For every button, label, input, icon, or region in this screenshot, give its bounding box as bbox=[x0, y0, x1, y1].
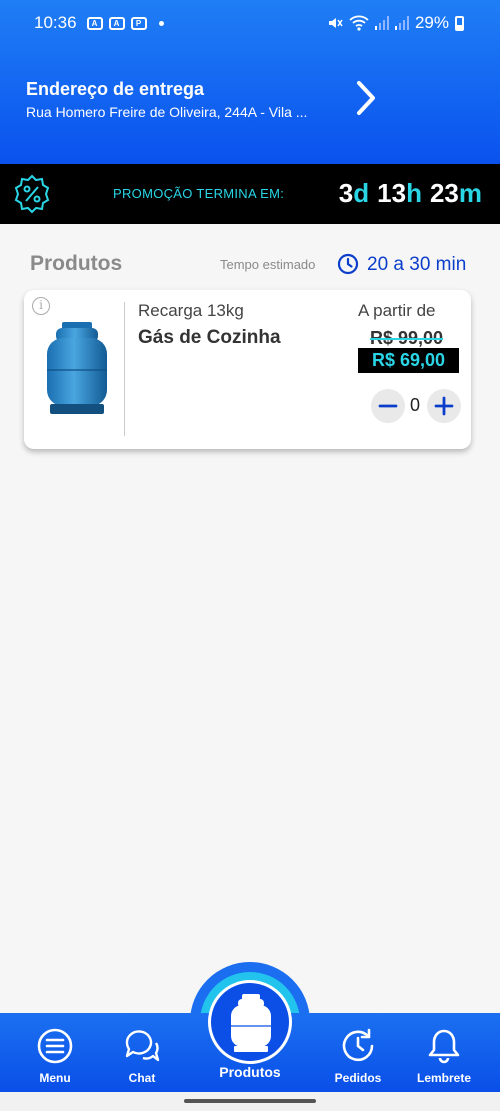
divider bbox=[124, 302, 125, 436]
status-bar: 10:36 A A P 29% bbox=[34, 10, 464, 36]
discount-badge-icon bbox=[14, 174, 50, 214]
plus-icon bbox=[434, 396, 454, 416]
header: 10:36 A A P 29% Endereço de entrega Rua … bbox=[0, 0, 500, 164]
delivery-address[interactable]: Endereço de entrega Rua Homero Freire de… bbox=[26, 79, 346, 120]
timer-hours-unit: h bbox=[406, 178, 422, 208]
nav-label-lembrete: Lembrete bbox=[416, 1071, 472, 1085]
parking-icon: P bbox=[130, 16, 147, 30]
wifi-icon bbox=[349, 15, 369, 31]
quantity-value: 0 bbox=[409, 395, 420, 415]
gesture-area bbox=[0, 1092, 500, 1111]
nav-item-chat[interactable]: Chat bbox=[102, 1023, 182, 1085]
timer-hours: 13 bbox=[377, 178, 407, 208]
battery-icon bbox=[455, 15, 464, 31]
clock-icon bbox=[337, 253, 359, 275]
nav-item-lembrete[interactable]: Lembrete bbox=[404, 1023, 484, 1085]
nav-label-chat: Chat bbox=[128, 1071, 156, 1085]
signal-icon bbox=[394, 16, 409, 30]
delivery-title: Endereço de entrega bbox=[26, 79, 205, 99]
menu-icon bbox=[37, 1028, 73, 1064]
history-icon bbox=[342, 1028, 374, 1062]
chevron-right-icon[interactable] bbox=[354, 80, 378, 116]
signal-icon bbox=[374, 16, 389, 30]
aa-icon: A bbox=[86, 16, 103, 30]
status-time: 10:36 bbox=[34, 13, 77, 32]
bell-icon bbox=[428, 1029, 460, 1064]
estimate-value: 20 a 30 min bbox=[367, 254, 467, 275]
battery-percent: 29% bbox=[414, 13, 449, 32]
promo-bar: PROMOÇÃO TERMINA EM: 3d 13h 23m bbox=[0, 164, 500, 224]
timer-minutes: 23 bbox=[429, 178, 459, 208]
notification-dot-icon bbox=[158, 20, 164, 26]
chat-icon bbox=[125, 1030, 160, 1062]
product-card[interactable]: i Recarga 13kg Gás de Cozinha A partir d… bbox=[24, 290, 471, 449]
promo-timer: 3d 13h 23m bbox=[339, 178, 482, 209]
old-price: R$ 99,00 bbox=[370, 328, 444, 348]
mute-icon bbox=[328, 18, 343, 28]
increase-quantity-button[interactable] bbox=[427, 389, 461, 423]
timer-days: 3 bbox=[338, 178, 354, 208]
products-title: Produtos bbox=[30, 252, 123, 275]
price-prefix: A partir de bbox=[358, 301, 436, 320]
timer-minutes-unit: m bbox=[458, 178, 482, 208]
nav-item-produtos[interactable] bbox=[208, 980, 292, 1064]
nav-label-menu: Menu bbox=[39, 1071, 71, 1085]
estimate-label: Tempo estimado bbox=[220, 257, 316, 272]
promo-label: PROMOÇÃO TERMINA EM: bbox=[113, 186, 285, 201]
home-indicator[interactable] bbox=[184, 1099, 316, 1103]
delivery-address-line: Rua Homero Freire de Oliveira, 244A - Vi… bbox=[26, 104, 308, 120]
timer-days-unit: d bbox=[353, 178, 370, 208]
nav-item-pedidos[interactable]: Pedidos bbox=[318, 1023, 398, 1085]
aa-icon: A bbox=[108, 16, 125, 30]
nav-label-pedidos: Pedidos bbox=[334, 1071, 382, 1085]
gas-cylinder-icon bbox=[231, 994, 271, 1052]
nav-item-menu[interactable]: Menu bbox=[15, 1023, 95, 1085]
gas-cylinder-image bbox=[47, 322, 107, 414]
decrease-quantity-button[interactable] bbox=[371, 389, 405, 423]
info-icon[interactable]: i bbox=[32, 297, 50, 315]
new-price: R$ 69,00 bbox=[358, 348, 459, 373]
product-name: Gás de Cozinha bbox=[138, 327, 281, 348]
product-subtitle: Recarga 13kg bbox=[138, 301, 244, 320]
minus-icon bbox=[378, 404, 398, 408]
nav-label-produtos: Produtos bbox=[219, 1064, 281, 1080]
